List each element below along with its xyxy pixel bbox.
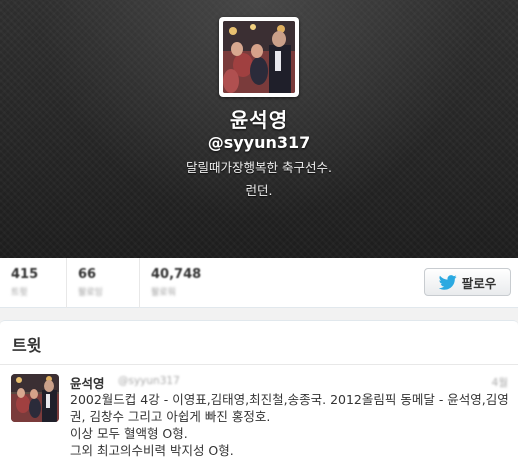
stat-tweets-value: 415 [11, 267, 39, 282]
tweet-author-handle[interactable]: @syyun317 [118, 375, 180, 387]
stat-tweets[interactable]: 415 트윗 [0, 258, 67, 308]
display-name: 윤석영 [229, 108, 289, 132]
profile-avatar[interactable] [219, 17, 299, 97]
stat-following-value: 66 [78, 267, 97, 282]
stat-followers-value: 40,748 [151, 267, 202, 282]
tweet-avatar[interactable] [11, 374, 59, 422]
profile-location: 런던. [245, 183, 273, 198]
tweet-text: 2002월드컵 4강 - 이영표,김태영,최진철,송종국. 2012올림픽 동메… [70, 392, 509, 458]
stat-following[interactable]: 66 팔로잉 [67, 258, 140, 308]
tweet-avatar-photo [11, 374, 59, 422]
profile-bio: 달릴때가장행복한 축구선수. [186, 160, 332, 175]
username: @syyun317 [207, 133, 311, 152]
stat-tweets-label: 트윗 [11, 288, 28, 298]
follow-button[interactable]: 팔로우 [424, 268, 511, 296]
profile-photo [223, 21, 295, 93]
stat-followers[interactable]: 40,748 팔로워 [140, 258, 230, 308]
stat-followers-label: 팔로워 [151, 288, 176, 298]
profile-header: 윤석영 @syyun317 달릴때가장행복한 축구선수. 런던. [0, 0, 518, 258]
tweet-author-name[interactable]: 윤석영 [70, 373, 105, 392]
twitter-bird-icon [438, 274, 457, 290]
follow-button-label: 팔로우 [461, 275, 497, 291]
tweet-item[interactable]: 윤석영 @syyun317 4월 2002월드컵 4강 - 이영표,김태영,최진… [0, 320, 518, 458]
stat-following-label: 팔로잉 [78, 288, 103, 298]
tweet-timestamp[interactable]: 4월 [492, 375, 508, 390]
